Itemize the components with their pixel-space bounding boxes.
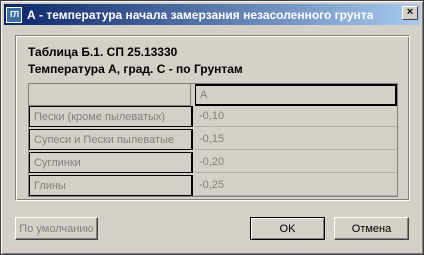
grid-cell-value[interactable]: -0,20 [195,152,397,173]
grid-cell-value[interactable]: -0,25 [195,175,397,196]
close-button[interactable]: × [402,6,418,20]
content-panel: Таблица Б.1. СП 25.13330 Температура А, … [15,35,410,201]
column-header-a[interactable]: А [195,84,397,106]
grid-cell-value[interactable]: -0,10 [195,106,397,127]
dialog-window: ГЛ А - температура начала замерзания нез… [0,0,424,255]
data-grid[interactable]: А Пески (кроме пылеватых) -0,10 Супеси и… [28,83,398,197]
ok-button[interactable]: OK [250,217,325,240]
title-bar[interactable]: ГЛ А - температура начала замерзания нез… [4,4,420,25]
row-header[interactable]: Супеси и Пески пылеватые [29,129,193,150]
cancel-button[interactable]: Отмена [334,217,409,240]
row-header[interactable]: Пески (кроме пылеватых) [29,106,193,127]
table-caption: Таблица Б.1. СП 25.13330 Температура А, … [28,44,243,78]
default-button[interactable]: По умолчанию [15,217,98,240]
close-icon: × [406,6,414,18]
grid-cell-value[interactable]: -0,15 [195,129,397,150]
row-header[interactable]: Глины [29,175,193,196]
caption-line-1: Таблица Б.1. СП 25.13330 [28,45,178,59]
caption-line-2: Температура А, град. С - по Грунтам [28,62,243,76]
grid-corner-cell [29,84,191,106]
app-icon: ГЛ [6,6,22,23]
window-title: А - температура начала замерзания незасо… [27,7,374,22]
row-header[interactable]: Суглинки [29,152,193,173]
